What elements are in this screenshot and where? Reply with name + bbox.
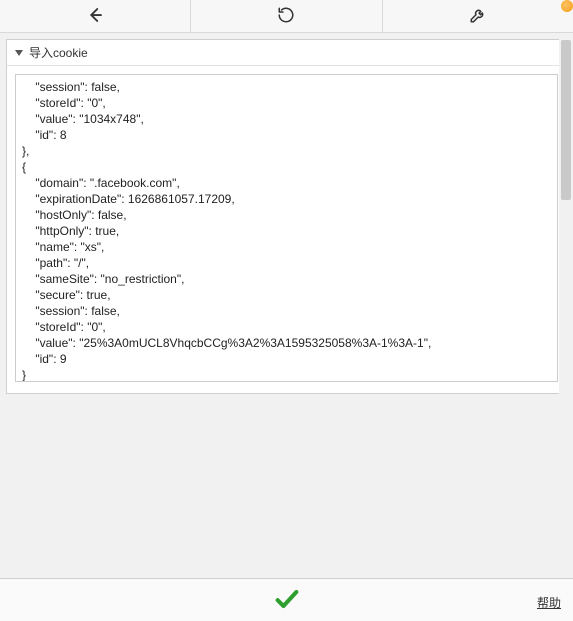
- toolbar: [0, 0, 573, 33]
- confirm-button[interactable]: [273, 585, 301, 616]
- collapse-triangle-icon: [15, 50, 23, 56]
- back-button[interactable]: [0, 0, 191, 32]
- help-link[interactable]: 帮助: [537, 594, 561, 611]
- checkmark-icon: [273, 585, 301, 616]
- import-cookie-panel: 导入cookie: [6, 39, 567, 394]
- reload-button[interactable]: [191, 0, 382, 32]
- footer-bar: 帮助: [0, 578, 573, 621]
- panel-title: 导入cookie: [29, 44, 88, 61]
- reload-icon: [277, 6, 295, 27]
- panel-body: [7, 66, 566, 393]
- wrench-icon: [469, 6, 487, 27]
- settings-button[interactable]: [383, 0, 573, 32]
- scrollbar-thumb[interactable]: [561, 40, 571, 200]
- panel-header[interactable]: 导入cookie: [7, 40, 566, 66]
- cookie-json-textarea[interactable]: [15, 74, 558, 382]
- user-avatar-fragment: [561, 0, 573, 12]
- window-scrollbar[interactable]: [559, 34, 573, 577]
- back-arrow-icon: [86, 6, 104, 27]
